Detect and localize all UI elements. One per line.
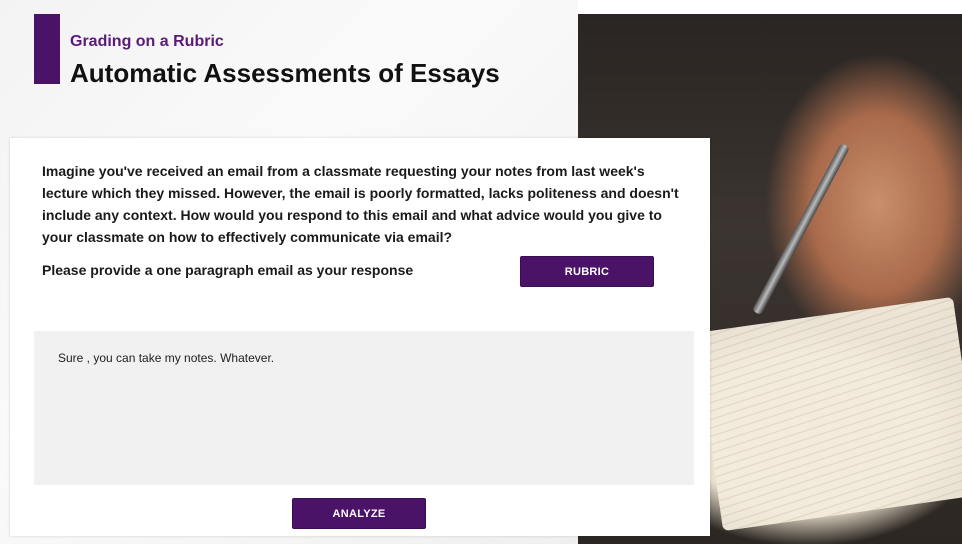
- analyze-button[interactable]: ANALYZE: [292, 498, 426, 529]
- header-accent-bar: [34, 14, 60, 84]
- notebook-pages: [695, 296, 962, 532]
- pen-image: [751, 142, 851, 316]
- response-textarea[interactable]: Sure , you can take my notes. Whatever.: [34, 331, 694, 485]
- essay-card: Imagine you've received an email from a …: [10, 138, 710, 536]
- page-subtitle: Grading on a Rubric: [70, 33, 224, 50]
- page-title: Automatic Assessments of Essays: [70, 58, 500, 88]
- response-instruction: Please provide a one paragraph email as …: [42, 262, 414, 278]
- rubric-button[interactable]: RUBRIC: [520, 256, 654, 287]
- essay-prompt: Imagine you've received an email from a …: [42, 163, 679, 245]
